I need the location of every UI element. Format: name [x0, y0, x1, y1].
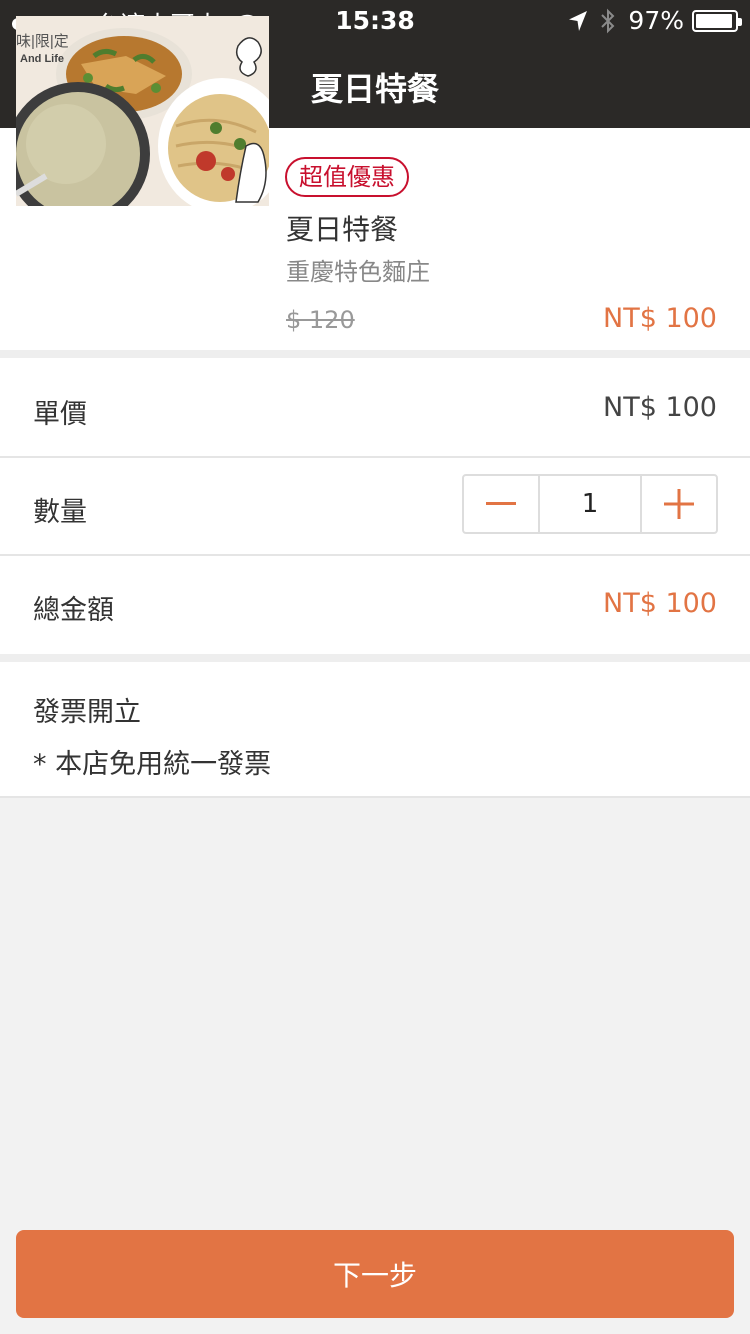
quantity-stepper: 1	[462, 474, 718, 534]
status-right: 97%	[568, 6, 742, 35]
promo-badge: 超值優惠	[285, 157, 409, 197]
original-price: $ 120	[286, 306, 355, 334]
image-caption-line1: 味|限|定	[16, 33, 69, 50]
row-divider	[0, 796, 750, 798]
store-name: 重慶特色麵庄	[286, 258, 430, 286]
unit-price-value: NT$ 100	[603, 392, 717, 423]
total-label: 總金額	[33, 595, 114, 626]
increment-button[interactable]	[642, 476, 716, 532]
plus-icon	[664, 489, 694, 519]
invoice-note: * 本店免用統一發票	[33, 749, 272, 780]
image-caption-line2: And Life	[20, 53, 64, 65]
section-divider	[0, 654, 750, 662]
battery-percent: 97%	[628, 6, 684, 35]
section-divider	[0, 350, 750, 358]
bluetooth-icon	[601, 8, 615, 33]
product-price: NT$ 100	[603, 303, 717, 334]
product-name: 夏日特餐	[286, 213, 399, 246]
minus-icon	[486, 502, 516, 505]
quantity-value[interactable]: 1	[538, 476, 642, 532]
unit-price-label: 單價	[33, 399, 87, 430]
location-arrow-icon	[569, 10, 588, 31]
quantity-label: 數量	[33, 497, 87, 528]
unit-price-row: 單價 NT$ 100	[0, 358, 750, 456]
total-row: 總金額 NT$ 100	[0, 556, 750, 654]
invoice-title: 發票開立	[33, 697, 141, 728]
decrement-button[interactable]	[464, 476, 538, 532]
product-image: 味|限|定 And Life	[16, 16, 269, 206]
total-value: NT$ 100	[603, 588, 717, 619]
next-step-button[interactable]: 下一步	[16, 1230, 734, 1318]
battery-icon	[692, 9, 742, 32]
